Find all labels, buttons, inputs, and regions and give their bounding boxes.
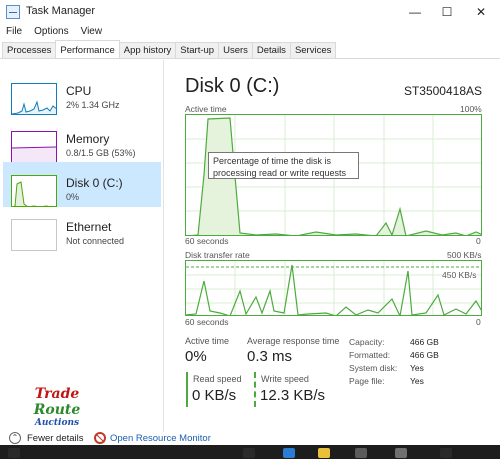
file-explorer-icon[interactable] [318, 448, 330, 458]
start-icon[interactable] [8, 448, 20, 458]
page-file-label: Page file: [349, 376, 385, 386]
tab-details[interactable]: Details [251, 42, 291, 58]
response-time-label: Average response time [247, 336, 340, 346]
tab-app-history[interactable]: App history [118, 42, 177, 58]
disk-label: Disk 0 (C:) [66, 176, 123, 190]
capacity-label: Capacity: [349, 337, 385, 347]
taskbar-app-icon[interactable] [243, 448, 255, 458]
cpu-usage: 2% 1.34 GHz [66, 100, 120, 110]
active-time-tooltip: Percentage of time the disk is processin… [208, 152, 359, 179]
system-disk-value: Yes [410, 363, 424, 373]
memory-thumbnail-graph [11, 131, 57, 163]
system-disk-label: System disk: [349, 363, 398, 373]
active-time-stat-value: 0% [185, 348, 207, 365]
tab-startup[interactable]: Start-up [175, 42, 220, 58]
response-time-value: 0.3 ms [247, 348, 293, 365]
active-time-graph-max: 100% [460, 104, 482, 114]
tab-bar: Processes Performance App history Start-… [0, 40, 500, 59]
logo-line-auctions: Auctions [34, 418, 80, 428]
title-bar: Task Manager — ☐ ✕ [0, 0, 500, 24]
read-speed-legend-bar [186, 372, 188, 407]
logo-line-trade: Trade [34, 386, 80, 402]
cpu-thumbnail-graph [11, 83, 57, 115]
cpu-label: CPU [66, 84, 92, 98]
transfer-rate-graph-max: 500 KB/s [447, 250, 482, 260]
active-time-graph-duration: 60 seconds [185, 236, 229, 246]
active-time-graph-label: Active time [185, 104, 227, 114]
task-manager-icon [6, 5, 20, 19]
task-manager-taskbar-icon[interactable] [395, 448, 407, 458]
formatted-value: 466 GB [410, 350, 439, 360]
transfer-rate-graph-label: Disk transfer rate [185, 250, 250, 260]
footer-bar: ⌃ Fewer details Open Resource Monitor [0, 432, 500, 445]
tray-icon[interactable] [440, 448, 452, 458]
tab-performance[interactable]: Performance [55, 40, 120, 58]
formatted-label: Formatted: [349, 350, 391, 360]
sidebar-item-cpu[interactable]: CPU 2% 1.34 GHz [3, 70, 161, 115]
memory-usage: 0.8/1.5 GB (53%) [66, 148, 136, 158]
disk-model: ST3500418AS [403, 84, 482, 98]
minimize-button[interactable]: — [398, 0, 432, 24]
task-manager-window: Task Manager — ☐ ✕ File Options View Pro… [0, 0, 500, 459]
browser-icon[interactable] [283, 448, 295, 458]
sidebar-item-memory[interactable]: Memory 0.8/1.5 GB (53%) [3, 118, 161, 163]
write-speed-label: Write speed [261, 374, 309, 384]
chevron-up-icon[interactable]: ⌃ [9, 432, 21, 444]
resource-monitor-icon[interactable] [94, 432, 106, 444]
sidebar-item-disk[interactable]: Disk 0 (C:) 0% [3, 162, 161, 207]
logo-line-route: Route [33, 402, 81, 418]
ethernet-status: Not connected [66, 236, 125, 246]
transfer-rate-graph-min: 0 [476, 317, 481, 327]
memory-label: Memory [66, 132, 110, 146]
trade-route-auctions-logo: Trade Route Auctions [32, 386, 82, 436]
transfer-rate-graph-duration: 60 seconds [185, 317, 229, 327]
active-time-stat-label: Active time [185, 336, 230, 346]
ethernet-label: Ethernet [66, 220, 112, 234]
page-file-value: Yes [410, 376, 424, 386]
ethernet-thumbnail-graph [11, 219, 57, 251]
disk-usage: 0% [66, 192, 80, 202]
window-title: Task Manager [26, 5, 96, 17]
tab-users[interactable]: Users [218, 42, 253, 58]
tab-processes[interactable]: Processes [2, 42, 57, 58]
transfer-rate-graph-mid: 450 KB/s [442, 270, 477, 280]
disk-thumbnail-graph [11, 175, 57, 207]
transfer-rate-graph[interactable] [185, 260, 482, 316]
taskbar [0, 445, 500, 459]
page-title: Disk 0 (C:) [185, 75, 280, 97]
resource-sidebar: CPU 2% 1.34 GHz Memory 0.8/1.5 GB (53%) … [0, 60, 164, 432]
fewer-details-button[interactable]: Fewer details [27, 433, 84, 444]
close-button[interactable]: ✕ [464, 0, 498, 24]
active-time-graph-min: 0 [476, 236, 481, 246]
menu-file[interactable]: File [0, 24, 28, 42]
maximize-button[interactable]: ☐ [430, 0, 464, 24]
read-speed-value: 0 KB/s [192, 387, 237, 404]
store-icon[interactable] [355, 448, 367, 458]
read-speed-label: Read speed [193, 374, 242, 384]
sidebar-item-ethernet[interactable]: Ethernet Not connected [3, 206, 161, 251]
write-speed-value: 12.3 KB/s [260, 387, 326, 404]
capacity-value: 466 GB [410, 337, 439, 347]
open-resource-monitor-link[interactable]: Open Resource Monitor [110, 433, 211, 444]
write-speed-legend-bar [254, 372, 256, 407]
tab-services[interactable]: Services [289, 42, 337, 58]
